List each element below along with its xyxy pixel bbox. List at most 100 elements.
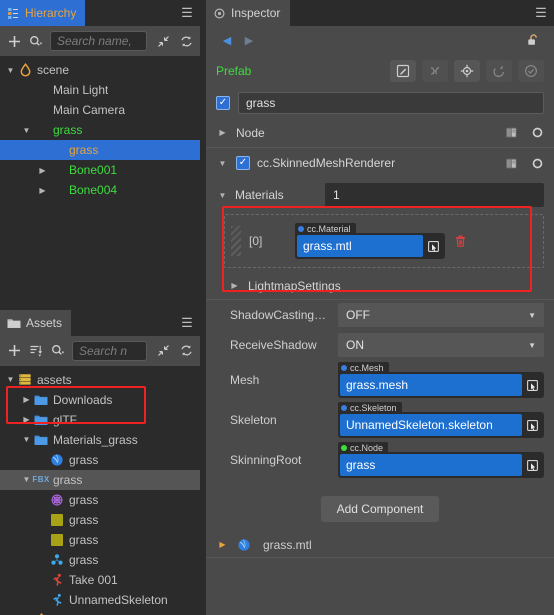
- check-circle-icon[interactable]: [518, 60, 544, 82]
- chevron-right-icon[interactable]: ▶: [216, 128, 229, 137]
- receive-shadow-dropdown[interactable]: ON ▼: [338, 333, 544, 357]
- revert-icon[interactable]: [486, 60, 512, 82]
- tree-row[interactable]: ▼ assets: [0, 370, 200, 390]
- assets-collapse-all-icon[interactable]: [155, 343, 171, 359]
- materials-count-input[interactable]: 1: [325, 183, 544, 207]
- tree-row[interactable]: ▶ glTF: [0, 410, 200, 430]
- tree-row[interactable]: ▶ UnnamedSkeleton: [0, 590, 200, 610]
- lightmap-chevron-right-icon[interactable]: ▶: [228, 281, 241, 290]
- tree-row[interactable]: ▶ grass: [0, 140, 200, 160]
- tree-row[interactable]: ▶ grass: [0, 530, 200, 550]
- node-enabled-checkbox[interactable]: ✓: [216, 96, 230, 110]
- lightmap-settings-header[interactable]: ▶ LightmapSettings: [206, 272, 554, 300]
- node-settings-gear-icon[interactable]: [531, 126, 544, 139]
- mesh-icon: [49, 493, 65, 507]
- add-node-button[interactable]: [6, 33, 22, 49]
- trash-icon[interactable]: [449, 234, 471, 248]
- edit-square-icon[interactable]: [390, 60, 416, 82]
- chevron-down-icon[interactable]: ▼: [528, 311, 536, 320]
- tree-row[interactable]: ▶ Bone001: [0, 160, 200, 180]
- footer-asset-row[interactable]: ▶ grass.mtl: [206, 532, 554, 558]
- tree-row[interactable]: ▼ grass: [0, 120, 200, 140]
- tree-row[interactable]: ▶ Take 001: [0, 570, 200, 590]
- mesh-reference-field[interactable]: cc.Mesh grass.mesh: [338, 362, 544, 398]
- chevron-down-icon[interactable]: ▼: [216, 159, 229, 168]
- component-enabled-checkbox[interactable]: ✓: [236, 156, 250, 170]
- chevron-right-icon[interactable]: ▶: [36, 186, 49, 195]
- hierarchy-tree[interactable]: ▼ scene ▶ Main Light ▶ Main Camera ▼ grass ▶ gras…: [0, 56, 200, 306]
- skinned-mesh-renderer-section-header[interactable]: ▼ ✓ cc.SkinnedMeshRenderer: [206, 148, 554, 178]
- chevron-down-icon[interactable]: ▼: [4, 66, 17, 75]
- tree-row[interactable]: ▶ Main Camera: [0, 100, 200, 120]
- tree-row[interactable]: ▶scene: [0, 610, 200, 615]
- chevron-right-icon[interactable]: ▶: [36, 166, 49, 175]
- footer-chevron-right-icon[interactable]: ▶: [216, 540, 229, 549]
- unlock-icon[interactable]: [522, 30, 544, 50]
- assets-refresh-icon[interactable]: [178, 343, 194, 359]
- tree-row[interactable]: ▶ grass: [0, 550, 200, 570]
- component-book-icon[interactable]: [505, 157, 519, 170]
- book-icon[interactable]: [505, 126, 519, 139]
- tree-row[interactable]: ▼ scene: [0, 60, 200, 80]
- back-arrow-icon[interactable]: ◀: [216, 30, 238, 50]
- skeleton-reference-field[interactable]: cc.Skeleton UnnamedSkeleton.skeleton: [338, 402, 544, 438]
- materials-chevron-down-icon[interactable]: ▼: [216, 191, 229, 200]
- drag-handle-icon[interactable]: [231, 226, 241, 256]
- inspector-menu-icon[interactable]: ☰: [528, 0, 554, 26]
- unlink-icon[interactable]: [422, 60, 448, 82]
- cocos-editor-window: Hierarchy ☰ Search name, ▼ scene Main Li…: [0, 0, 554, 615]
- search-filter-icon[interactable]: [28, 33, 44, 49]
- tree-row[interactable]: ▶ grass: [0, 510, 200, 530]
- hierarchy-icon: [7, 7, 20, 20]
- add-component-button[interactable]: Add Component: [320, 496, 440, 522]
- sort-icon[interactable]: [28, 343, 44, 359]
- tab-hierarchy[interactable]: Hierarchy: [0, 0, 86, 26]
- node-section-header[interactable]: ▶ Node: [206, 118, 554, 148]
- pick-icon[interactable]: [522, 454, 542, 476]
- tree-row[interactable]: ▼ Materials_grass: [0, 430, 200, 450]
- chevron-right-icon[interactable]: ▶: [20, 415, 33, 424]
- hierarchy-search-input[interactable]: Search name,: [50, 31, 147, 51]
- tab-assets[interactable]: Assets: [0, 309, 72, 336]
- mesh-reference-value: grass.mesh: [340, 374, 522, 396]
- chevron-down-icon[interactable]: ▼: [20, 435, 33, 444]
- tree-row[interactable]: ▼ FBX grass: [0, 469, 200, 490]
- collapse-all-icon[interactable]: [155, 33, 171, 49]
- assets-menu-icon[interactable]: ☰: [174, 309, 200, 336]
- tree-row[interactable]: ▶ grass: [0, 450, 200, 470]
- add-asset-button[interactable]: [6, 343, 22, 359]
- shadow-casting-mode-label: ShadowCasting…: [230, 308, 327, 322]
- assets-search-input[interactable]: Search n: [72, 340, 147, 361]
- shadow-casting-mode-dropdown[interactable]: OFF ▼: [338, 303, 544, 327]
- node-name-input[interactable]: grass: [238, 92, 544, 114]
- chevron-down-icon[interactable]: ▼: [20, 126, 33, 135]
- hierarchy-menu-icon[interactable]: ☰: [174, 0, 200, 26]
- chevron-down-icon[interactable]: ▼: [528, 341, 536, 350]
- tree-row[interactable]: ▶ Main Light: [0, 80, 200, 100]
- component-settings-gear-icon[interactable]: [531, 157, 544, 170]
- pick-icon[interactable]: [522, 414, 542, 436]
- tree-row[interactable]: ▶ Downloads: [0, 390, 200, 410]
- tree-row[interactable]: ▶ grass: [0, 490, 200, 510]
- tree-row[interactable]: ▶ Bone004: [0, 180, 200, 200]
- materials-header[interactable]: ▼ Materials 1: [216, 182, 544, 208]
- locate-target-icon[interactable]: [454, 60, 480, 82]
- skinning-root-reference-field[interactable]: cc.Node grass: [338, 442, 544, 478]
- inspector-scrollbar[interactable]: [549, 26, 554, 615]
- tree-spacer: ▶: [36, 555, 49, 564]
- folder-icon: [33, 394, 49, 406]
- chevron-down-icon[interactable]: ▼: [20, 475, 33, 484]
- chevron-right-icon[interactable]: ▶: [20, 395, 33, 404]
- pick-icon[interactable]: [522, 374, 542, 396]
- inspector-nav-row: ◀ ▶: [206, 26, 554, 54]
- assets-tree[interactable]: ▼ assets ▶ Downloads ▶ glTF ▼ Materials_grass ▶ g…: [0, 365, 200, 615]
- material-reference-field[interactable]: cc.Material grass.mtl: [295, 223, 445, 259]
- tab-inspector[interactable]: Inspector: [206, 0, 291, 26]
- tree-row-label: Main Light: [53, 83, 109, 97]
- chevron-down-icon[interactable]: ▼: [4, 375, 17, 384]
- pick-icon[interactable]: [423, 235, 443, 257]
- assets-search-filter-icon[interactable]: [50, 343, 66, 359]
- refresh-icon[interactable]: [178, 33, 194, 49]
- forward-arrow-icon[interactable]: ▶: [238, 30, 260, 50]
- skeleton-reference-box: UnnamedSkeleton.skeleton: [338, 412, 544, 438]
